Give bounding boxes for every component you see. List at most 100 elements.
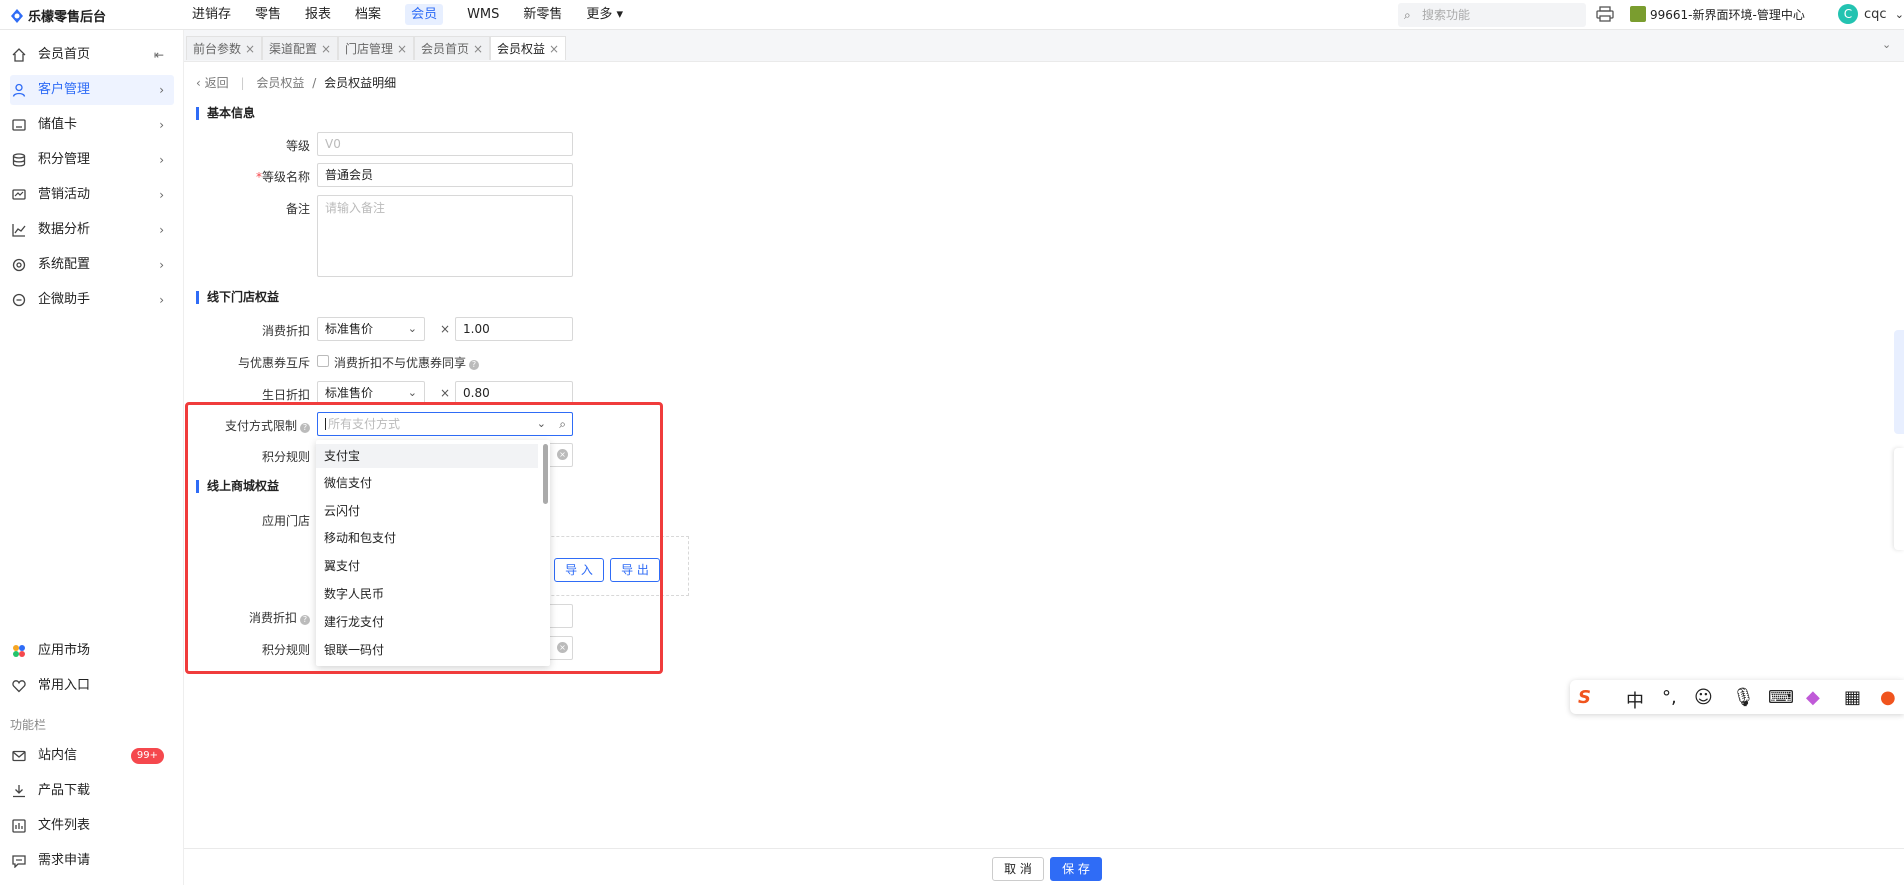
store-switcher[interactable]: 99661-新界面环境-管理中心 [1630,0,1805,30]
breadcrumb: ‹ 返回 | 会员权益 / 会员权益明细 [196,76,397,90]
keyboard-icon[interactable]: ⌨ [1768,687,1794,708]
chevron-right-icon: › [159,83,164,97]
sidebar-item-points[interactable]: 积分管理 › [10,145,174,175]
heart-icon [12,680,26,693]
breadcrumb-parent[interactable]: 会员权益 [256,76,304,90]
chevron-right-icon: › [159,223,164,237]
ime-punctuation[interactable]: °, [1662,687,1677,708]
multiply-sign: × [440,386,451,400]
sidebar: 会员首页 ⇤ 客户管理 › 储值卡 › 积分管理 › 营销活动 › 数据分析 ›… [0,30,184,885]
user-icon [12,83,26,97]
nav-item-archive[interactable]: 档案 [343,0,393,30]
function-search-input[interactable]: ⌕ 搜索功能 [1398,3,1586,27]
unread-badge: 99+ [130,748,164,764]
close-icon[interactable]: × [245,42,255,56]
chevron-down-icon[interactable]: ⌄ [1882,38,1898,54]
collapse-sidebar-icon[interactable]: ⇤ [154,40,164,70]
nav-item-member[interactable]: 会员 [393,0,455,30]
section-offline-benefits: 线下门店权益 [196,291,279,304]
sidebar-item-messages[interactable]: 站内信 99+ [10,741,174,771]
tab-store-management[interactable]: 门店管理 × [338,36,415,60]
coupon-exclusive-text: 消费折扣不与优惠券同享? [334,354,480,371]
highlight-annotation-box [185,402,663,674]
ime-toolbar: S 中 °, ☺ 🎙 ⌨ ◆ ▦ ● [1570,680,1904,714]
right-edge-tab[interactable] [1894,330,1904,434]
discount-price-select[interactable]: 标准售价 ⌄ [317,317,425,341]
mascot-icon[interactable]: ● [1880,687,1896,708]
tab-member-benefits[interactable]: 会员权益 × [490,36,567,60]
discount-rate-input[interactable]: 1.00 [455,317,573,341]
help-icon[interactable]: ? [469,360,480,370]
microphone-icon[interactable]: 🎙 [1732,687,1755,708]
sidebar-item-analytics[interactable]: 数据分析 › [10,215,174,245]
sidebar-item-system-config[interactable]: 系统配置 › [10,250,174,280]
nav-item-retail[interactable]: 零售 [243,0,293,30]
mail-icon [12,750,26,762]
nav-item-wms[interactable]: WMS [455,0,511,30]
close-icon[interactable]: × [321,42,331,56]
chevron-right-icon: › [159,153,164,167]
sidebar-item-member-home[interactable]: 会员首页 ⇤ [10,40,174,70]
close-icon[interactable]: × [473,42,483,56]
printer-icon[interactable] [1596,6,1614,22]
cancel-button[interactable]: 取 消 [992,857,1044,881]
sidebar-item-marketing[interactable]: 营销活动 › [10,180,174,210]
sidebar-item-favorites[interactable]: 常用入口 [10,671,174,701]
sogou-logo-icon[interactable]: S [1578,687,1591,708]
download-icon [13,785,25,798]
close-icon[interactable]: × [397,42,407,56]
level-label: 等级 [285,139,310,153]
tab-frontend-params[interactable]: 前台参数 × [186,36,263,60]
nav-item-new-retail[interactable]: 新零售 [511,0,574,30]
chat-icon [12,293,26,307]
sidebar-item-request[interactable]: 需求申请 [10,846,174,876]
nav-item-report[interactable]: 报表 [293,0,343,30]
remark-textarea[interactable]: 请输入备注 [317,195,573,277]
avatar: C [1838,4,1858,24]
grid-icon[interactable]: ▦ [1844,687,1861,708]
save-button[interactable]: 保 存 [1050,857,1102,881]
close-icon[interactable]: × [549,42,559,56]
nav-item-more[interactable]: 更多 ▾ [574,0,635,30]
back-link[interactable]: ‹ 返回 [196,76,229,90]
campaign-icon [12,189,26,200]
home-icon [12,48,26,62]
coupon-exclusive-label: 与优惠券互斥 [237,356,310,370]
app-title: 乐檬零售后台 [28,10,107,25]
tab-channel-config[interactable]: 渠道配置 × [262,36,339,60]
section-basic-info: 基本信息 [196,107,255,120]
tab-member-home[interactable]: 会员首页 × [414,36,491,60]
sidebar-item-download[interactable]: 产品下载 [10,776,174,806]
coins-icon [12,153,26,167]
request-icon [12,855,26,868]
multiply-sign: × [440,322,451,336]
user-menu[interactable]: Ccqc ⌄ [1838,4,1904,24]
app-logo[interactable]: 乐檬零售后台 [10,6,106,25]
ime-chinese-mode[interactable]: 中 [1626,687,1644,713]
right-edge-panel[interactable] [1894,448,1904,550]
chevron-down-icon: ⌄ [407,322,417,335]
tab-bar: 前台参数 × 渠道配置 × 门店管理 × 会员首页 × 会员权益 × ⌄ [184,30,1904,62]
breadcrumb-current: 会员权益明细 [324,76,397,90]
sidebar-item-customer[interactable]: 客户管理 › [10,75,174,105]
nav-item-inventory[interactable]: 进销存 [180,0,243,30]
apps-icon [13,645,25,657]
remark-label: 备注 [285,202,310,216]
sidebar-item-stored-card[interactable]: 储值卡 › [10,110,174,140]
emoji-icon[interactable]: ☺ [1694,687,1713,708]
coupon-exclusive-checkbox[interactable] [317,355,329,367]
chevron-right-icon: › [159,293,164,307]
store-icon [1630,6,1646,22]
file-list-icon [12,819,26,833]
chart-icon [12,224,26,237]
sidebar-item-file-list[interactable]: 文件列表 [10,811,174,841]
gear-icon [12,258,26,272]
sidebar-item-app-market[interactable]: 应用市场 [10,636,174,666]
skin-icon[interactable]: ◆ [1806,687,1820,708]
chevron-down-icon: ⌄ [1894,7,1904,21]
level-name-input[interactable]: 普通会员 [317,163,573,187]
chevron-right-icon: › [159,118,164,132]
birthday-discount-label: 生日折扣 [261,388,310,402]
card-icon [12,119,26,131]
sidebar-item-wecom[interactable]: 企微助手 › [10,285,174,315]
